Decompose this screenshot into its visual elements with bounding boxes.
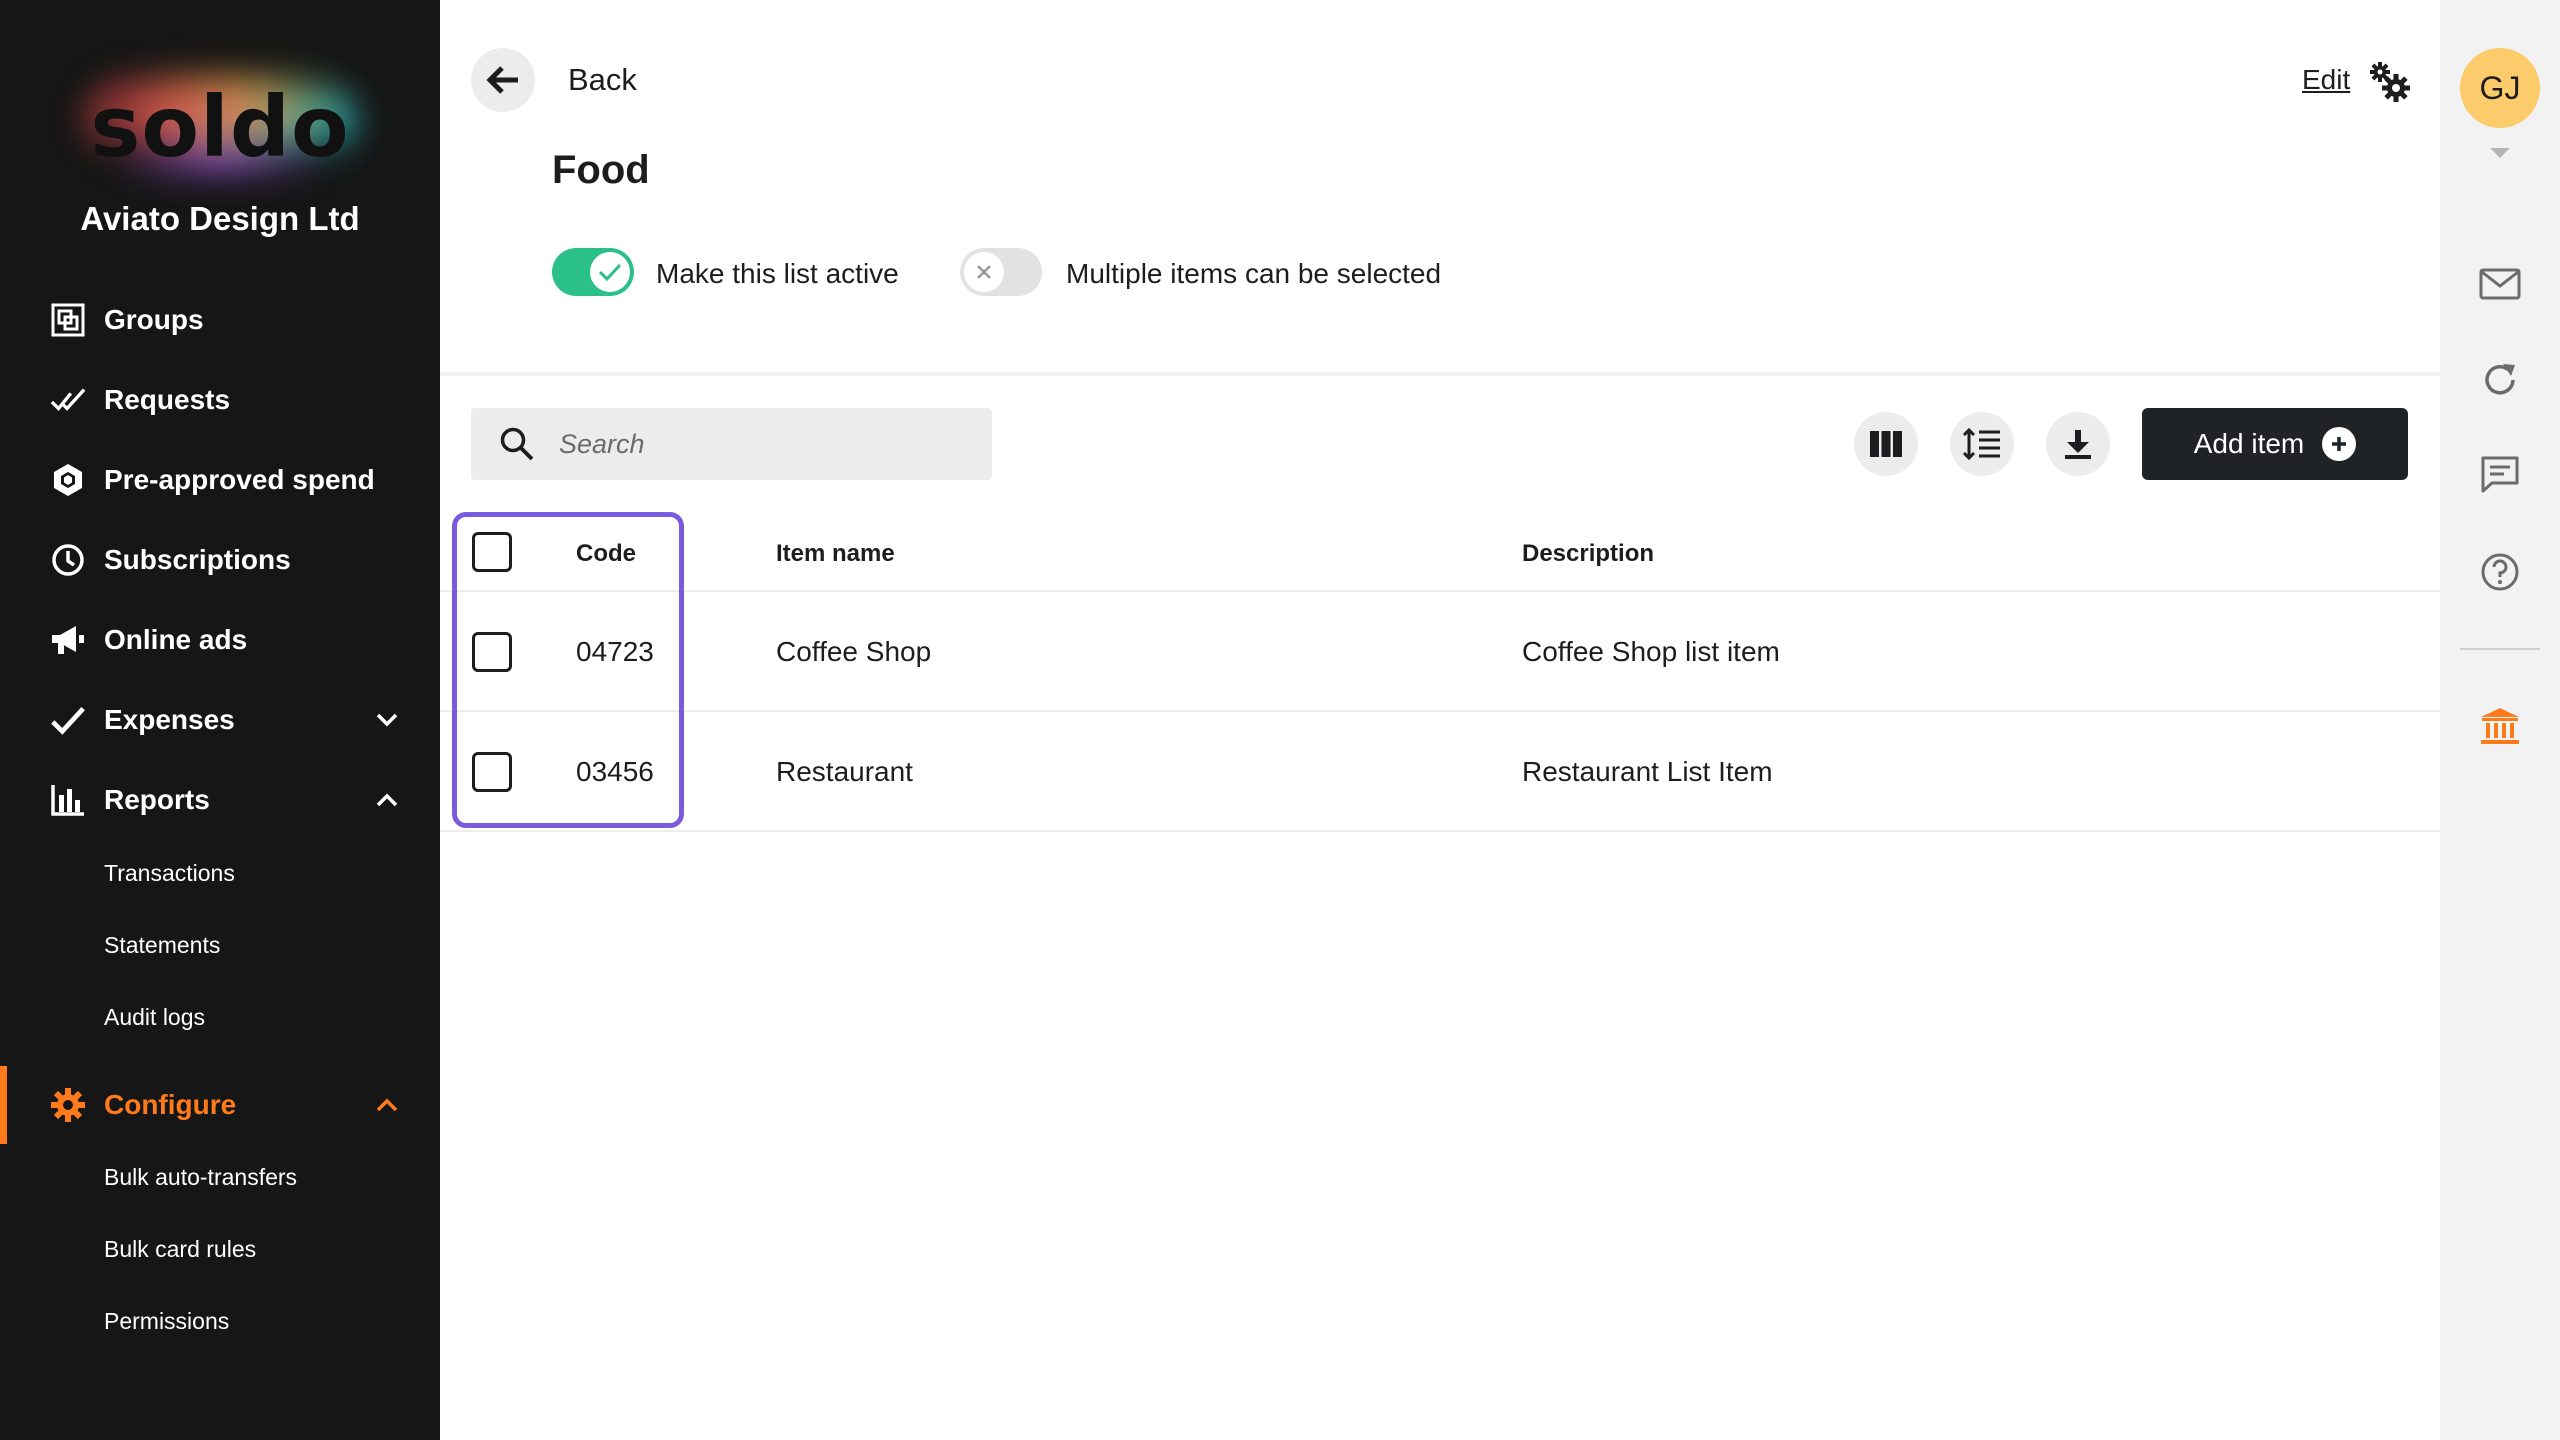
soldo-logo[interactable]: soldo [60, 50, 380, 190]
cell-item-name: Restaurant [776, 756, 913, 787]
arrow-left-icon [486, 66, 518, 94]
bar-chart-icon [50, 782, 86, 818]
nav-sub-bulk-auto-transfers[interactable]: Bulk auto-transfers [104, 1164, 297, 1191]
download-button[interactable] [2046, 412, 2110, 476]
close-icon [964, 252, 1004, 292]
nav-label: Reports [104, 784, 210, 815]
search-box[interactable] [471, 408, 992, 480]
plus-circle-icon [2322, 427, 2357, 461]
main-content [440, 0, 2440, 1440]
search-input[interactable] [559, 422, 969, 466]
nav-label: Configure [104, 1089, 237, 1120]
nav-label: Requests [104, 384, 231, 415]
nav-item-requests[interactable]: Requests [0, 370, 440, 430]
section-divider [440, 372, 2440, 376]
nav-label: Subscriptions [104, 544, 291, 575]
nav-label: Online ads [104, 624, 248, 655]
nav-sub-audit-logs[interactable]: Audit logs [104, 1004, 205, 1031]
line-height-icon [1962, 427, 2000, 461]
nav-label: Groups [104, 304, 204, 335]
back-button[interactable] [471, 48, 535, 112]
table-divider [440, 590, 2440, 592]
nav-sub-permissions[interactable]: Permissions [104, 1308, 229, 1335]
cell-description: Restaurant List Item [1522, 756, 1773, 787]
search-icon [500, 427, 534, 461]
double-check-icon [50, 382, 86, 418]
clock-icon [50, 542, 86, 578]
cell-item-name: Coffee Shop [776, 636, 932, 667]
chevron-up-icon[interactable] [370, 1088, 404, 1122]
gear-icon [50, 1087, 86, 1123]
columns-button[interactable] [1854, 412, 1918, 476]
avatar[interactable]: GJ [2460, 48, 2540, 128]
column-header-item-name[interactable]: Item name [776, 540, 895, 568]
row-density-button[interactable] [1950, 412, 2014, 476]
active-toggle-label: Make this list active [656, 258, 899, 289]
edit-link[interactable]: Edit [2302, 64, 2350, 96]
gears-icon[interactable] [2368, 60, 2412, 104]
page-title: Food [552, 148, 650, 192]
add-item-button[interactable]: Add item [2142, 408, 2408, 480]
column-header-description[interactable]: Description [1522, 540, 1654, 568]
nav-item-groups[interactable]: Groups [0, 290, 440, 350]
table-divider [440, 830, 2440, 832]
nav-sub-statements[interactable]: Statements [104, 932, 220, 959]
nav-item-subscriptions[interactable]: Subscriptions [0, 530, 440, 590]
megaphone-icon [50, 622, 86, 658]
multi-select-toggle[interactable] [960, 248, 1042, 296]
nav-item-expenses[interactable]: Expenses [0, 690, 440, 750]
columns-icon [1870, 431, 1902, 457]
multi-select-label: Multiple items can be selected [1066, 258, 1442, 289]
chevron-down-icon[interactable] [370, 703, 404, 737]
nav-label: Pre-approved spend [104, 464, 375, 495]
selection-highlight [452, 512, 684, 828]
download-icon [2065, 430, 2091, 459]
help-icon[interactable] [2478, 550, 2522, 594]
check-icon [50, 702, 86, 738]
nav-label: Expenses [104, 704, 235, 735]
caret-down-icon[interactable] [2490, 148, 2510, 158]
hexagon-icon [50, 462, 86, 498]
nav-item-online-ads[interactable]: Online ads [0, 610, 440, 670]
chat-icon[interactable] [2478, 452, 2522, 496]
add-item-label: Add item [2193, 428, 2305, 459]
logo-wordmark: soldo [90, 78, 350, 176]
check-icon [590, 252, 630, 292]
rail-divider [2460, 648, 2540, 650]
nav-item-pre-approved-spend[interactable]: Pre-approved spend [0, 450, 440, 510]
active-toggle[interactable] [552, 248, 634, 296]
back-label[interactable]: Back [568, 62, 637, 98]
cell-description: Coffee Shop list item [1522, 636, 1780, 667]
chevron-up-icon[interactable] [370, 783, 404, 817]
nav-item-configure[interactable]: Configure [0, 1075, 440, 1135]
refresh-icon[interactable] [2478, 358, 2522, 402]
bank-icon[interactable] [2478, 704, 2522, 748]
table-divider [440, 710, 2440, 712]
nav-sub-transactions[interactable]: Transactions [104, 860, 235, 887]
sidebar: soldo Aviato Design Ltd Groups Requests … [0, 0, 440, 1440]
nav-sub-bulk-card-rules[interactable]: Bulk card rules [104, 1236, 256, 1263]
mail-icon[interactable] [2478, 262, 2522, 306]
nav-item-reports[interactable]: Reports [0, 770, 440, 830]
company-name: Aviato Design Ltd [80, 200, 360, 237]
groups-icon [50, 302, 86, 338]
